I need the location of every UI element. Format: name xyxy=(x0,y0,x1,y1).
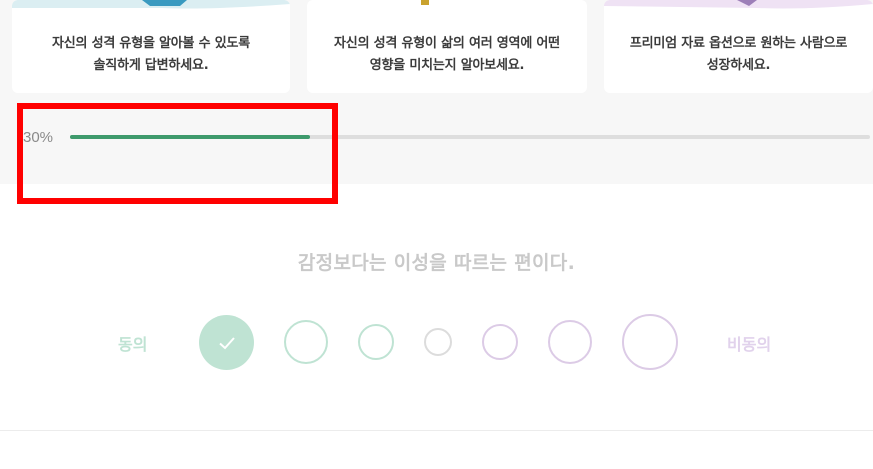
answer-option-7[interactable] xyxy=(622,314,678,370)
tip-card-text: 자신의 성격 유형을 알아볼 수 있도록 솔직하게 답변하세요. xyxy=(51,36,251,73)
question-text: 감정보다는 이성을 따르는 편이다. xyxy=(297,252,576,274)
tip-card-text: 자신의 성격 유형이 삶의 여러 영역에 어떤 영향을 미치는지 알아보세요. xyxy=(334,36,560,73)
highlight-annotation xyxy=(17,103,338,204)
disagree-label: 비동의 xyxy=(727,335,772,354)
tip-card-text: 프리미엄 자료 옵션으로 원하는 사람으로 성장하세요. xyxy=(629,36,848,73)
card-illustration xyxy=(421,0,429,5)
answer-option-1[interactable] xyxy=(199,315,254,370)
card-illustration xyxy=(604,0,873,9)
tip-card-3: 프리미엄 자료 옵션으로 원하는 사람으로 성장하세요. xyxy=(604,0,873,93)
answer-option-2[interactable] xyxy=(284,320,328,364)
answer-option-6[interactable] xyxy=(548,320,592,364)
answer-option-3[interactable] xyxy=(358,324,394,360)
divider xyxy=(0,430,873,431)
check-icon xyxy=(218,336,235,349)
answer-option-4[interactable] xyxy=(424,328,452,356)
tip-card-1: 자신의 성격 유형을 알아볼 수 있도록 솔직하게 답변하세요. xyxy=(12,0,290,93)
tip-card-2: 자신의 성격 유형이 삶의 여러 영역에 어떤 영향을 미치는지 알아보세요. xyxy=(307,0,587,93)
card-illustration xyxy=(12,0,290,9)
answer-option-5[interactable] xyxy=(482,324,518,360)
agree-label: 동의 xyxy=(118,335,148,354)
